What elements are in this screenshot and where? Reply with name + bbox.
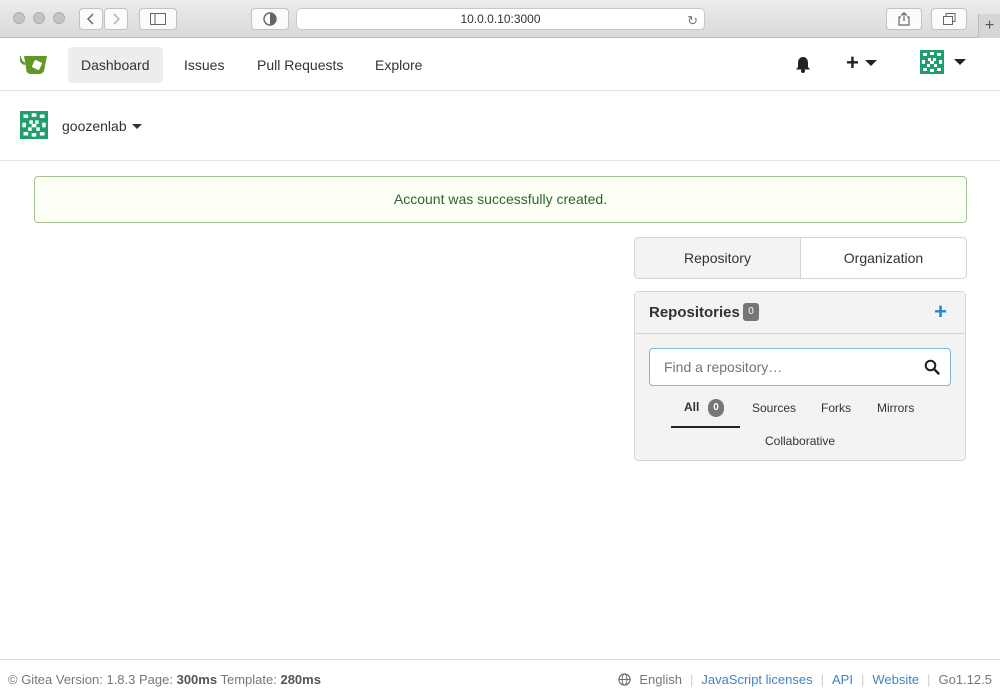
filter-sources[interactable]: Sources [752,401,796,415]
caret-down-icon [954,59,966,65]
repo-search-field[interactable] [649,348,951,386]
back-button[interactable] [79,8,103,30]
browser-toolbar: 10.0.0.10:3000 ↻ + [0,0,1000,38]
context-username[interactable]: goozenlab [62,118,127,134]
footer-version-info: © Gitea Version: 1.8.3 Page: 300ms Templ… [8,672,321,687]
sidebar-button[interactable] [139,8,177,30]
create-new-menu[interactable]: + [846,50,877,75]
filter-forks[interactable]: Forks [821,401,851,415]
tabs-overview-button[interactable] [931,8,967,30]
context-avatar [20,111,48,139]
address-bar[interactable]: 10.0.0.10:3000 ↻ [296,8,705,30]
gitea-logo[interactable] [19,53,50,78]
repositories-header: Repositories 0 + [635,292,965,334]
user-menu[interactable] [920,50,966,74]
chevron-left-icon [87,13,94,25]
context-switcher: goozenlab [0,91,1000,161]
go-version: Go1.12.5 [938,672,993,687]
tabs-icon [942,13,955,25]
window-close-button[interactable] [13,12,25,24]
top-navigation: Dashboard Issues Pull Requests Explore + [0,38,1000,91]
tab-organization[interactable]: Organization [801,238,966,278]
sidebar-icon [150,13,166,25]
language-selector[interactable]: English [639,672,682,687]
site-settings-button[interactable] [251,8,289,30]
caret-down-icon[interactable] [132,124,142,129]
avatar [920,50,944,74]
bell-icon [796,57,810,73]
forward-button[interactable] [104,8,128,30]
page-time: 300ms [176,672,218,687]
api-link[interactable]: API [832,672,853,687]
gitea-logo-icon [19,55,47,74]
divider: | [927,672,931,687]
repositories-panel: Repositories 0 + All 0 Sources Forks Mir… [634,291,966,461]
nav-explore[interactable]: Explore [362,47,435,83]
repositories-count-badge: 0 [743,303,759,321]
chevron-right-icon [113,13,120,25]
repositories-title: Repositories [649,304,740,321]
nav-issues[interactable]: Issues [171,47,237,83]
dashboard-tabs: Repository Organization [634,237,967,279]
filter-collaborative[interactable]: Collaborative [765,434,835,448]
divider: | [860,672,865,687]
version-text: © Gitea Version: 1.8.3 Page: [8,672,173,687]
new-tab-button[interactable]: + [978,14,1000,38]
nav-dashboard[interactable]: Dashboard [68,47,163,83]
filter-all-label: All [684,400,700,414]
share-button[interactable] [886,8,922,30]
plus-icon: + [984,17,995,34]
divider: | [820,672,825,687]
add-repository-button[interactable]: + [934,300,947,324]
caret-down-icon [864,60,877,66]
website-link[interactable]: Website [872,672,919,687]
template-label: Template: [220,672,277,687]
shield-icon [263,12,277,26]
share-icon [898,12,910,26]
filter-all-count: 0 [708,399,724,417]
window-minimize-button[interactable] [33,12,45,24]
divider: | [689,672,694,687]
success-flash-message: Account was successfully created. [34,176,967,223]
globe-icon [618,673,631,686]
filter-all[interactable]: All 0 [671,392,740,428]
filter-mirrors[interactable]: Mirrors [877,401,914,415]
search-icon[interactable] [924,359,940,375]
reload-icon[interactable]: ↻ [687,11,698,31]
url-text: 10.0.0.10:3000 [460,12,541,26]
page-footer: © Gitea Version: 1.8.3 Page: 300ms Templ… [0,659,1000,700]
plus-icon: + [846,50,859,75]
footer-links: English | JavaScript licenses | API | We… [618,672,992,687]
notifications-button[interactable] [795,56,811,76]
repo-search-input[interactable] [650,349,910,385]
nav-pull-requests[interactable]: Pull Requests [244,47,356,83]
tab-repository[interactable]: Repository [635,238,801,278]
template-time: 280ms [280,672,321,687]
window-zoom-button[interactable] [53,12,65,24]
js-licenses-link[interactable]: JavaScript licenses [701,672,812,687]
